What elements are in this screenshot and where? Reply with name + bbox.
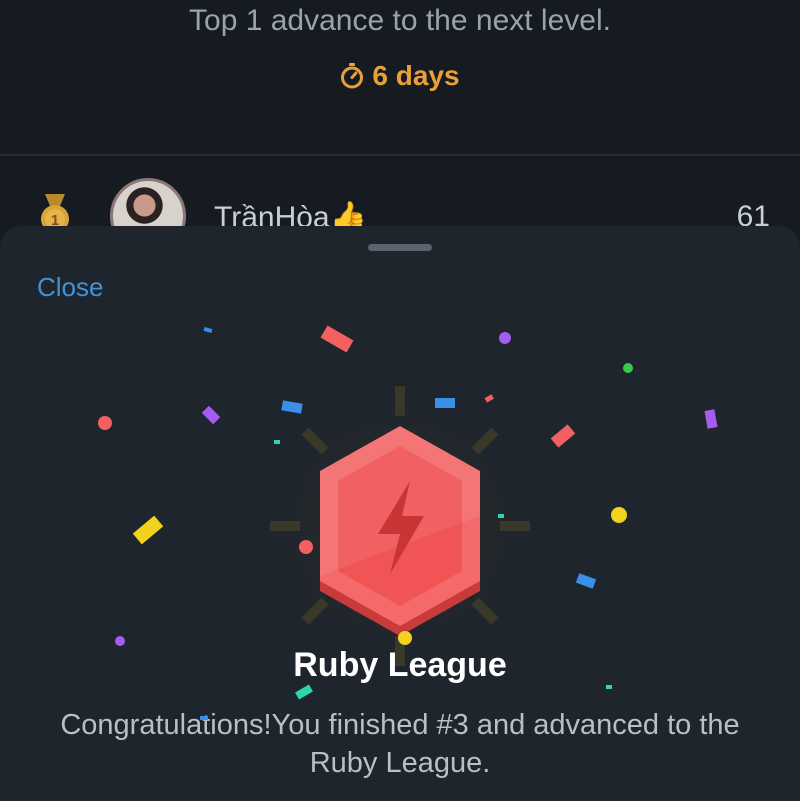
stopwatch-icon (341, 63, 364, 89)
league-title: Ruby League (293, 646, 507, 684)
league-timer: 6 days (0, 60, 800, 92)
ruby-league-badge (260, 386, 540, 666)
close-button[interactable]: Close (37, 272, 103, 303)
advance-info-text: Top 1 advance to the next level. (189, 4, 611, 37)
divider (0, 154, 800, 156)
league-promotion-sheet: Close Ruby League Congratulations!You fi… (0, 226, 800, 801)
league-description: Congratulations!You finished #3 and adva… (60, 709, 740, 779)
timer-label: 6 days (372, 60, 460, 91)
sheet-grabber[interactable] (368, 244, 432, 251)
